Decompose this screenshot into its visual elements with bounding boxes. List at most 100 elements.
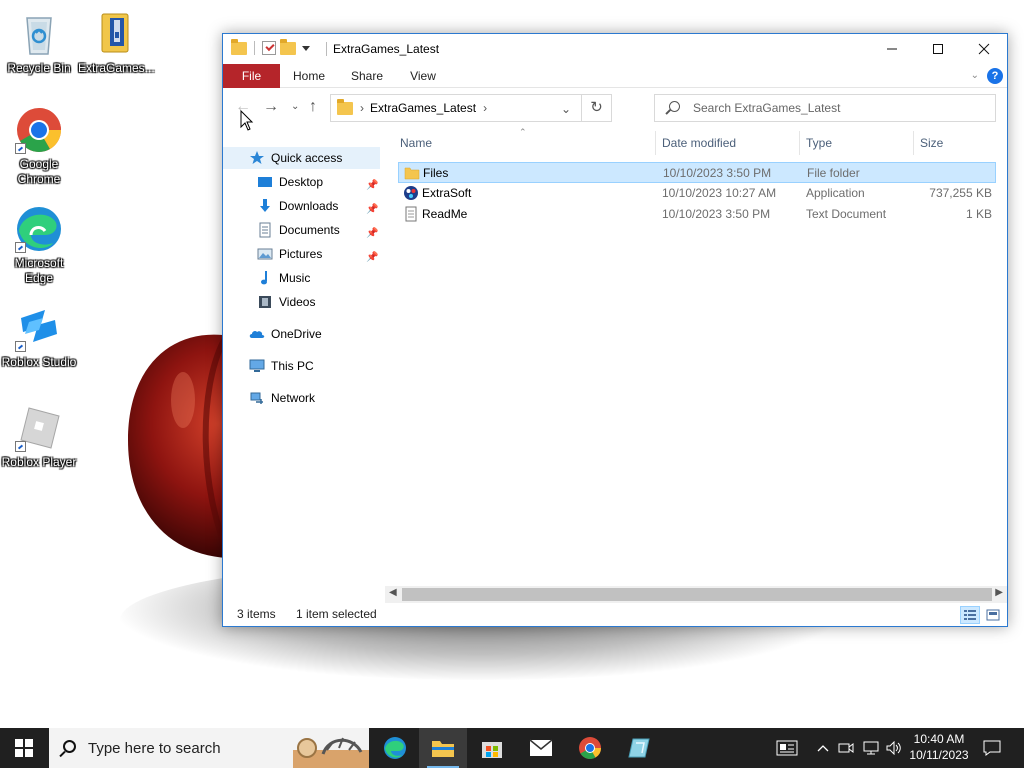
file-type: File folder (807, 166, 860, 180)
breadcrumb-separator-icon[interactable]: › (483, 101, 487, 115)
picture-icon (257, 246, 273, 262)
address-bar[interactable]: › ExtraGames_Latest › ⌄ ↻ (330, 94, 612, 122)
taskbar-microsoft-store[interactable] (468, 728, 516, 768)
start-button[interactable] (0, 728, 48, 768)
scroll-left-icon[interactable]: ◀ (389, 587, 397, 598)
breadcrumb-item[interactable]: ExtraGames_Latest (370, 101, 476, 115)
desktop-icon-extragames[interactable]: ExtraGames... (78, 10, 155, 76)
desktop-icon-google-chrome[interactable]: Google Chrome (1, 106, 77, 187)
help-icon[interactable]: ? (987, 68, 1003, 84)
new-folder-icon[interactable] (280, 38, 296, 55)
title-bar[interactable]: ExtraGames_Latest (223, 34, 1007, 64)
minimize-button[interactable] (869, 34, 915, 64)
recycle-bin-icon (15, 10, 63, 58)
nav-label: Network (271, 391, 316, 405)
search-input[interactable] (693, 100, 983, 116)
details-view-button[interactable] (960, 606, 980, 624)
network-status-icon[interactable] (860, 728, 882, 768)
properties-icon[interactable] (262, 41, 276, 55)
taskbar: Type here to search 10:40 AM 10/11/2023 (0, 728, 1024, 768)
search-box[interactable] (654, 94, 996, 122)
file-row-files[interactable]: Files 10/10/2023 3:50 PM File folder (398, 162, 996, 183)
taskbar-search-box[interactable]: Type here to search (49, 728, 369, 768)
close-button[interactable] (961, 34, 1007, 64)
desktop-icon-label: Google Chrome (17, 157, 61, 186)
window-title: ExtraGames_Latest (333, 42, 440, 56)
music-icon (257, 270, 273, 286)
file-row-extrasoft[interactable]: ExtraSoft 10/10/2023 10:27 AM Applicatio… (398, 183, 996, 204)
up-button[interactable]: ↑ (309, 98, 317, 116)
app-icon (403, 185, 419, 201)
file-explorer-icon (432, 741, 454, 757)
taskbar-chrome[interactable] (566, 728, 614, 768)
nav-item-onedrive[interactable]: OneDrive (223, 323, 380, 345)
shortcut-arrow-icon (15, 242, 26, 253)
nav-label: Pictures (279, 247, 323, 261)
desktop-icon-label: Microsoft Edge (14, 256, 64, 285)
notifications-icon[interactable] (978, 728, 1006, 768)
store-icon (482, 742, 502, 758)
customize-toolbar-icon[interactable] (302, 45, 310, 51)
desktop-icon-microsoft-edge[interactable]: Microsoft Edge (1, 205, 77, 286)
column-header-type[interactable]: Type (800, 131, 914, 155)
maximize-button[interactable] (915, 34, 961, 64)
taskbar-file-explorer[interactable] (419, 728, 467, 768)
taskbar-app[interactable] (615, 728, 663, 768)
taskbar-mail[interactable] (517, 728, 565, 768)
scrollbar-thumb[interactable] (402, 588, 992, 601)
horizontal-scrollbar[interactable]: ◀ ▶ (385, 586, 1007, 603)
address-dropdown-icon[interactable]: ⌄ (561, 102, 571, 116)
nav-item-music[interactable]: Music (223, 267, 380, 289)
nav-item-this-pc[interactable]: This PC (223, 355, 380, 377)
pin-icon[interactable]: 📌 (366, 223, 378, 239)
taskbar-search-text: Type here to search (88, 740, 221, 757)
nav-item-documents[interactable]: Documents 📌 (223, 219, 380, 241)
taskbar-clock[interactable]: 10:40 AM 10/11/2023 (906, 731, 972, 763)
column-header-size[interactable]: Size (914, 131, 994, 155)
tab-view[interactable]: View (399, 64, 447, 88)
column-headers: ⌃ Name Date modified Type Size (394, 127, 997, 155)
desktop-icon-recycle-bin[interactable]: Recycle Bin (1, 10, 77, 76)
shortcut-arrow-icon (15, 441, 26, 452)
file-explorer-window: ExtraGames_Latest File Home Share View ⌄… (222, 33, 1008, 627)
nav-label: Desktop (279, 175, 324, 189)
file-row-readme[interactable]: ReadMe 10/10/2023 3:50 PM Text Document … (398, 204, 996, 225)
desktop-icon-roblox-player[interactable]: Roblox Player (1, 404, 77, 470)
scroll-right-icon[interactable]: ▶ (995, 587, 1003, 598)
expand-ribbon-icon[interactable]: ⌄ (971, 70, 979, 81)
taskbar-edge[interactable] (371, 728, 419, 768)
nav-item-quick-access[interactable]: Quick access (223, 147, 380, 169)
tab-share[interactable]: Share (343, 64, 391, 88)
pin-icon[interactable]: 📌 (366, 199, 378, 215)
volume-icon[interactable] (883, 728, 905, 768)
file-size: 737,255 KB (929, 186, 992, 200)
tab-home[interactable]: Home (285, 64, 333, 88)
edge-icon (15, 205, 63, 253)
column-header-name[interactable]: Name (394, 131, 656, 155)
pin-icon[interactable]: 📌 (366, 175, 378, 191)
nav-item-network[interactable]: Network (223, 387, 380, 409)
forward-button[interactable]: → (263, 98, 279, 116)
breadcrumb-separator-icon: › (360, 101, 364, 115)
nav-item-downloads[interactable]: Downloads 📌 (223, 195, 380, 217)
desktop-icon (257, 174, 273, 190)
recent-locations-button[interactable]: ⌄ (291, 101, 299, 112)
desktop-icon-roblox-studio[interactable]: Roblox Studio (1, 304, 77, 370)
quick-access-toolbar (231, 38, 310, 55)
desktop-icon-label: Roblox Player (1, 455, 77, 469)
nav-item-pictures[interactable]: Pictures 📌 (223, 243, 380, 265)
nav-item-videos[interactable]: Videos (223, 291, 380, 313)
nav-item-desktop[interactable]: Desktop 📌 (223, 171, 380, 193)
refresh-button[interactable]: ↻ (581, 95, 611, 121)
nav-label: Videos (279, 295, 316, 309)
show-hidden-icons-icon[interactable] (812, 728, 834, 768)
pin-icon[interactable]: 📌 (366, 247, 378, 263)
search-icon (63, 740, 76, 753)
meet-now-icon[interactable] (836, 728, 856, 768)
news-widget-icon[interactable] (772, 728, 802, 768)
large-icons-view-button[interactable] (983, 606, 1003, 624)
column-header-date-modified[interactable]: Date modified (656, 131, 800, 155)
edge-icon (384, 737, 406, 759)
file-date: 10/10/2023 3:50 PM (662, 207, 771, 221)
tab-file[interactable]: File (223, 64, 280, 88)
